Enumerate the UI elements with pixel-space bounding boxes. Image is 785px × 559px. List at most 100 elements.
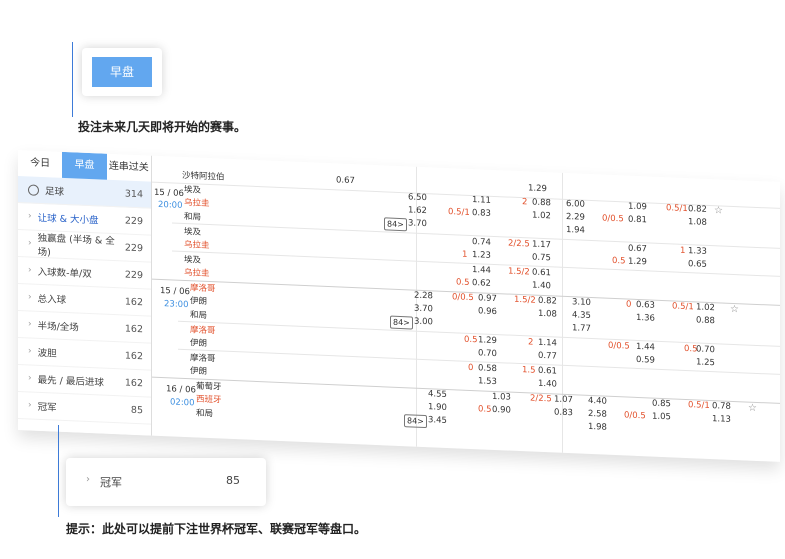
handicap-line: 0/0.5 xyxy=(452,292,474,304)
odds-value[interactable]: 1.98 xyxy=(588,422,607,433)
star-icon[interactable]: ☆ xyxy=(748,403,757,414)
handicap-line: 0 xyxy=(626,299,632,310)
odds-value[interactable]: 1.90 xyxy=(428,402,447,413)
odds-value[interactable]: 0.67 xyxy=(628,244,647,255)
team-name: 沙特阿拉伯 xyxy=(182,170,225,183)
odds-value[interactable]: 1.29 xyxy=(628,257,647,268)
more-markets-button[interactable]: 84> xyxy=(384,217,407,232)
more-markets-button[interactable]: 84> xyxy=(404,414,427,429)
team-name: 葡萄牙 xyxy=(196,381,222,393)
handicap-line: 2 xyxy=(528,337,534,348)
handicap-line: 0.5 xyxy=(456,277,470,288)
odds-value[interactable]: 0.83 xyxy=(472,208,491,219)
odds-value[interactable]: 1.09 xyxy=(628,202,647,213)
zoom-item-label: 冠军 xyxy=(100,476,122,489)
chevron-right-icon: › xyxy=(28,319,32,330)
odds-value[interactable]: 2.58 xyxy=(588,409,607,420)
team-name: 摩洛哥 xyxy=(190,325,216,337)
odds-value[interactable]: 0.67 xyxy=(336,175,355,186)
odds-value[interactable]: 0.81 xyxy=(628,215,647,226)
odds-value[interactable]: 0.61 xyxy=(538,366,557,377)
tab-today[interactable]: 今日 xyxy=(18,150,62,178)
chevron-right-icon: › xyxy=(86,474,90,485)
odds-value[interactable]: 1.03 xyxy=(492,392,511,403)
odds-value[interactable]: 3.70 xyxy=(408,218,427,229)
odds-value[interactable]: 3.70 xyxy=(414,304,433,315)
odds-value[interactable]: 1.08 xyxy=(688,217,707,228)
chevron-right-icon: › xyxy=(28,373,32,384)
odds-value[interactable]: 0.88 xyxy=(532,198,551,209)
odds-value[interactable]: 0.63 xyxy=(636,300,655,311)
odds-value[interactable]: 0.78 xyxy=(712,401,731,412)
draw-label: 和局 xyxy=(184,211,202,223)
odds-value[interactable]: 1.40 xyxy=(532,281,551,292)
tab-parlay[interactable]: 连串过关 xyxy=(107,154,151,182)
odds-value[interactable]: 0.74 xyxy=(472,237,491,248)
odds-value[interactable]: 0.62 xyxy=(472,278,491,289)
star-icon[interactable]: ☆ xyxy=(730,304,739,315)
odds-value[interactable]: 0.88 xyxy=(696,315,715,326)
odds-value[interactable]: 1.25 xyxy=(696,357,715,368)
odds-value[interactable]: 0.77 xyxy=(538,351,557,362)
more-markets-button[interactable]: 84> xyxy=(390,315,413,330)
odds-value[interactable]: 0.85 xyxy=(652,399,671,410)
sidebar-item-label: 半场/全场 xyxy=(37,320,79,334)
odds-value[interactable]: 1.44 xyxy=(636,342,655,353)
sidebar-item-outright[interactable]: › 冠军 85 xyxy=(18,392,151,425)
odds-value[interactable]: 3.00 xyxy=(414,317,433,328)
odds-value[interactable]: 2.28 xyxy=(414,291,433,302)
odds-value[interactable]: 1.07 xyxy=(554,394,573,405)
odds-value[interactable]: 1.33 xyxy=(688,246,707,257)
odds-value[interactable]: 3.45 xyxy=(428,415,447,426)
tab-early[interactable]: 早盘 xyxy=(62,151,107,180)
odds-value[interactable]: 1.94 xyxy=(566,225,585,236)
odds-value[interactable]: 4.35 xyxy=(572,310,591,321)
odds-value[interactable]: 1.77 xyxy=(572,323,591,334)
odds-value[interactable]: 1.14 xyxy=(538,338,557,349)
odds-value[interactable]: 0.82 xyxy=(538,296,557,307)
odds-value[interactable]: 3.10 xyxy=(572,297,591,308)
odds-value[interactable]: 1.44 xyxy=(472,265,491,276)
odds-value[interactable]: 1.29 xyxy=(528,183,547,194)
callout-early-tab[interactable]: 早盘 xyxy=(82,48,162,96)
sidebar-item-1x2[interactable]: › 独赢盘 (半场 & 全场) 229 xyxy=(18,230,151,263)
odds-value[interactable]: 1.36 xyxy=(636,313,655,324)
odds-value[interactable]: 4.55 xyxy=(428,389,447,400)
odds-value[interactable]: 1.53 xyxy=(478,376,497,387)
odds-value[interactable]: 1.02 xyxy=(696,302,715,313)
handicap-line: 2 xyxy=(522,197,528,208)
odds-value[interactable]: 0.59 xyxy=(636,355,655,366)
odds-value[interactable]: 0.70 xyxy=(478,348,497,359)
sidebar-item-label: 冠军 xyxy=(37,401,57,414)
odds-value[interactable]: 1.02 xyxy=(532,211,551,222)
odds-value[interactable]: 0.58 xyxy=(478,363,497,374)
odds-value[interactable]: 6.00 xyxy=(566,199,585,210)
odds-value[interactable]: 1.29 xyxy=(478,335,497,346)
odds-value[interactable]: 0.82 xyxy=(688,204,707,215)
odds-value[interactable]: 1.40 xyxy=(538,379,557,390)
odds-value[interactable]: 1.11 xyxy=(472,195,491,206)
odds-value[interactable]: 1.23 xyxy=(472,250,491,261)
odds-value[interactable]: 1.17 xyxy=(532,240,551,251)
zoom-outright-item[interactable]: › 冠军 85 xyxy=(66,458,266,506)
tip-text: 提示：此处可以提前下注世界杯冠军、联赛冠军等盘口。 xyxy=(66,522,367,536)
odds-value[interactable]: 1.62 xyxy=(408,205,427,216)
odds-value[interactable]: 0.96 xyxy=(478,306,497,317)
odds-value[interactable]: 4.40 xyxy=(588,396,607,407)
odds-value[interactable]: 0.83 xyxy=(554,407,573,418)
odds-value[interactable]: 0.61 xyxy=(532,268,551,279)
odds-value[interactable]: 0.70 xyxy=(696,344,715,355)
sidebar-item-count: 229 xyxy=(124,214,143,227)
odds-value[interactable]: 1.13 xyxy=(712,414,731,425)
odds-value[interactable]: 2.29 xyxy=(566,212,585,223)
odds-value[interactable]: 0.65 xyxy=(688,259,707,270)
odds-value[interactable]: 0.75 xyxy=(532,253,551,264)
odds-value[interactable]: 1.05 xyxy=(652,412,671,423)
odds-value[interactable]: 0.97 xyxy=(478,293,497,304)
odds-value[interactable]: 1.08 xyxy=(538,309,557,320)
odds-value[interactable]: 6.50 xyxy=(408,192,427,203)
sidebar-item-count: 229 xyxy=(124,241,143,254)
star-icon[interactable]: ☆ xyxy=(714,205,723,216)
team-name: 埃及 xyxy=(184,226,202,238)
odds-value[interactable]: 0.90 xyxy=(492,405,511,416)
